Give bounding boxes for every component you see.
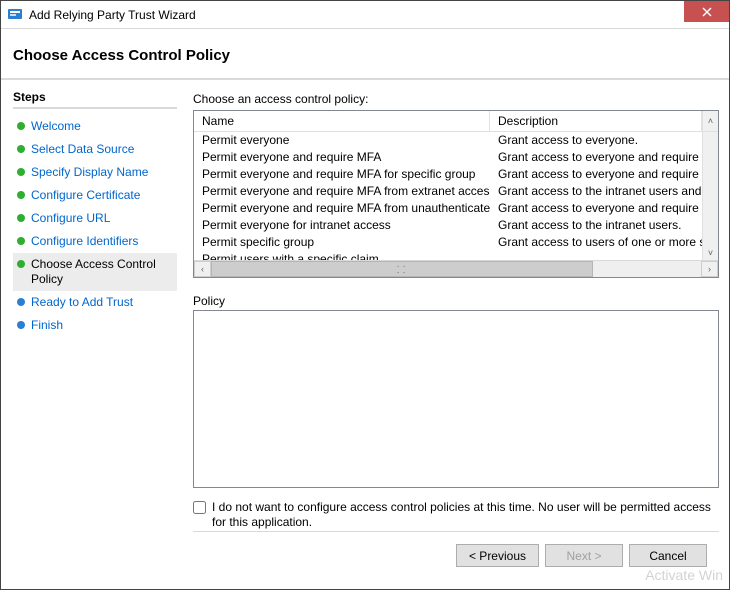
table-row[interactable]: Permit everyone and require MFA from ext… <box>194 183 718 200</box>
table-row[interactable]: Permit users with a specific claim <box>194 251 718 260</box>
skip-config-label[interactable]: I do not want to configure access contro… <box>212 500 719 531</box>
horizontal-scrollbar: ‹ ⸬ › <box>194 260 718 277</box>
window-title: Add Relying Party Trust Wizard <box>29 8 196 22</box>
page-header: Choose Access Control Policy <box>1 29 729 80</box>
cell-name: Permit everyone and require MFA <box>194 149 490 166</box>
scrollbar-track[interactable]: ⸬ <box>211 261 701 277</box>
cell-description: Grant access to users of one or more spe… <box>490 234 718 251</box>
chevron-down-icon: ˅ <box>708 249 713 258</box>
step-bullet-done-icon <box>17 145 25 153</box>
cell-name: Permit everyone and require MFA from una… <box>194 200 490 217</box>
chevron-up-icon: ˄ <box>708 117 713 126</box>
chevron-right-icon: › <box>708 265 711 274</box>
step-bullet-done-icon <box>17 260 25 268</box>
step-label: Finish <box>31 318 63 333</box>
cell-description <box>490 251 718 260</box>
step-item[interactable]: Configure Certificate <box>13 184 177 207</box>
step-item[interactable]: Configure URL <box>13 207 177 230</box>
body: Steps Welcome Select Data Source Specify D… <box>1 80 729 589</box>
next-button[interactable]: Next > <box>545 544 623 567</box>
steps-heading: Steps <box>13 90 177 109</box>
table-row[interactable]: Permit everyoneGrant access to everyone. <box>194 132 718 149</box>
table-row[interactable]: Permit everyone for intranet accessGrant… <box>194 217 718 234</box>
table-row[interactable]: Permit everyone and require MFAGrant acc… <box>194 149 718 166</box>
close-button[interactable] <box>684 1 729 22</box>
wizard-window: Add Relying Party Trust Wizard Choose Ac… <box>0 0 730 590</box>
step-bullet-pending-icon <box>17 321 25 329</box>
content-area: Choose an access control policy: Name De… <box>183 90 719 579</box>
step-item[interactable]: Specify Display Name <box>13 161 177 184</box>
cell-description: Grant access to everyone and require MFA… <box>490 149 718 166</box>
table-row[interactable]: Permit specific groupGrant access to use… <box>194 234 718 251</box>
policy-detail-box <box>193 310 719 488</box>
step-bullet-pending-icon <box>17 298 25 306</box>
step-item[interactable]: Welcome <box>13 115 177 138</box>
table-row[interactable]: Permit everyone and require MFA from una… <box>194 200 718 217</box>
cell-description: Grant access to everyone and require MFA… <box>490 200 718 217</box>
step-item[interactable]: Configure Identifiers <box>13 230 177 253</box>
cell-name: Permit everyone and require MFA for spec… <box>194 166 490 183</box>
scrollbar-thumb[interactable]: ⸬ <box>211 261 593 277</box>
scroll-down-button[interactable]: ˅ <box>702 132 718 260</box>
step-label: Specify Display Name <box>31 165 148 180</box>
step-label: Welcome <box>31 119 81 134</box>
step-item[interactable]: Finish <box>13 314 177 337</box>
column-header-description[interactable]: Description <box>490 111 702 131</box>
step-bullet-done-icon <box>17 214 25 222</box>
cell-name: Permit everyone and require MFA from ext… <box>194 183 490 200</box>
column-header-name[interactable]: Name <box>194 111 490 131</box>
step-bullet-done-icon <box>17 122 25 130</box>
step-label: Configure Identifiers <box>31 234 138 249</box>
grid-rows: Permit everyoneGrant access to everyone.… <box>194 132 718 260</box>
choose-policy-label: Choose an access control policy: <box>193 92 719 106</box>
scroll-up-button[interactable]: ˄ <box>702 111 718 131</box>
steps-list: Welcome Select Data Source Specify Display… <box>13 115 177 337</box>
chevron-left-icon: ‹ <box>201 265 204 274</box>
policy-grid: Name Description ˄ Permit everyoneGrant … <box>193 110 719 278</box>
policy-label: Policy <box>193 294 719 308</box>
step-bullet-done-icon <box>17 191 25 199</box>
previous-button[interactable]: < Previous <box>456 544 539 567</box>
cell-description: Grant access to the intranet users and r… <box>490 183 718 200</box>
cell-name: Permit users with a specific claim <box>194 251 490 260</box>
cell-description: Grant access to everyone. <box>490 132 718 149</box>
scroll-right-button[interactable]: › <box>701 261 718 277</box>
close-icon <box>702 7 712 17</box>
steps-sidebar: Steps Welcome Select Data Source Specify D… <box>11 90 183 579</box>
grid-header: Name Description ˄ <box>194 111 718 132</box>
wizard-footer: < Previous Next > Cancel <box>193 531 719 579</box>
step-bullet-done-icon <box>17 168 25 176</box>
scroll-left-button[interactable]: ‹ <box>194 261 211 277</box>
step-label: Choose Access Control Policy <box>31 257 173 287</box>
cell-description: Grant access to the intranet users. <box>490 217 718 234</box>
cell-name: Permit everyone for intranet access <box>194 217 490 234</box>
step-label: Select Data Source <box>31 142 134 157</box>
step-item[interactable]: Choose Access Control Policy <box>13 253 177 291</box>
step-item[interactable]: Select Data Source <box>13 138 177 161</box>
cell-name: Permit specific group <box>194 234 490 251</box>
step-label: Ready to Add Trust <box>31 295 133 310</box>
skip-config-checkbox[interactable] <box>193 501 206 514</box>
app-icon <box>7 7 23 23</box>
skip-config-row: I do not want to configure access contro… <box>193 500 719 531</box>
rows-container: Permit everyoneGrant access to everyone.… <box>194 132 718 260</box>
cell-name: Permit everyone <box>194 132 490 149</box>
step-item[interactable]: Ready to Add Trust <box>13 291 177 314</box>
page-title: Choose Access Control Policy <box>13 47 719 64</box>
step-label: Configure Certificate <box>31 188 140 203</box>
step-bullet-done-icon <box>17 237 25 245</box>
titlebar: Add Relying Party Trust Wizard <box>1 1 729 29</box>
step-label: Configure URL <box>31 211 110 226</box>
table-row[interactable]: Permit everyone and require MFA for spec… <box>194 166 718 183</box>
cell-description: Grant access to everyone and require MFA… <box>490 166 718 183</box>
cancel-button[interactable]: Cancel <box>629 544 707 567</box>
